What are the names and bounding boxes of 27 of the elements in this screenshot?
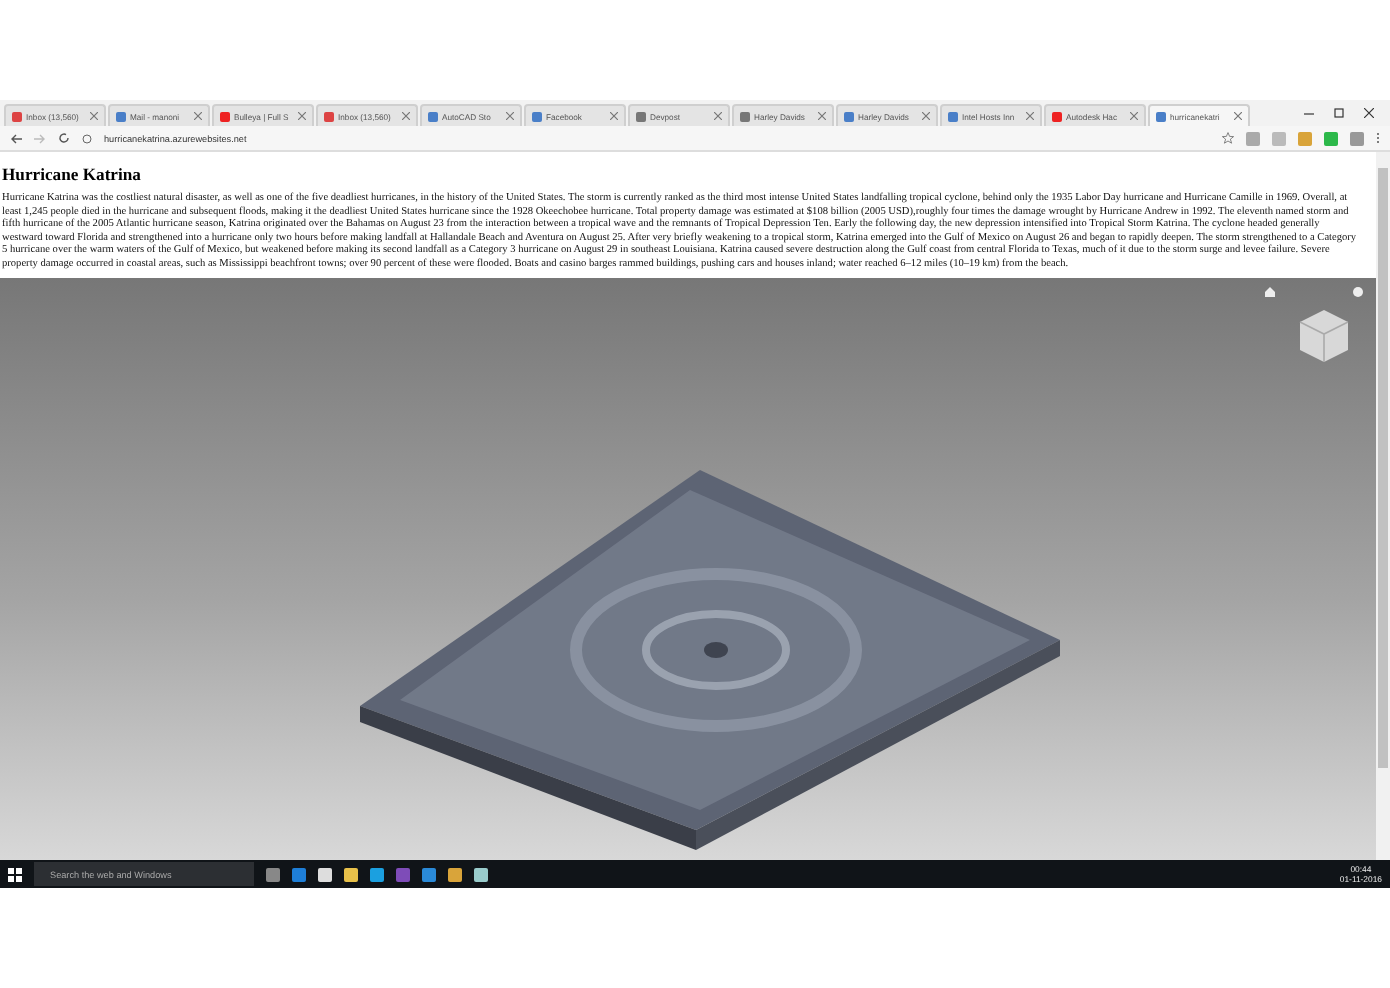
forward-arrow-icon[interactable]	[34, 133, 46, 143]
favicon-icon	[636, 111, 646, 121]
windows-logo-icon[interactable]	[8, 867, 22, 881]
star-icon[interactable]	[1222, 132, 1234, 144]
info-icon	[82, 133, 92, 143]
favicon-icon	[12, 111, 22, 121]
favicon-icon	[1156, 111, 1166, 121]
favicon-icon	[220, 111, 230, 121]
close-icon[interactable]	[1364, 108, 1374, 118]
favicon-icon	[740, 111, 750, 121]
favicon-icon	[1052, 111, 1062, 121]
home-icon[interactable]	[1264, 286, 1276, 298]
favicon-icon	[116, 111, 126, 121]
maximize-icon[interactable]	[1334, 108, 1344, 118]
reload-icon[interactable]	[58, 132, 70, 144]
info-icon[interactable]	[1352, 286, 1364, 298]
back-arrow-icon[interactable]	[10, 133, 22, 143]
app-icon[interactable]	[474, 867, 488, 881]
favicon-icon	[324, 111, 334, 121]
favicon-icon	[532, 111, 542, 121]
scrollbar[interactable]	[1376, 152, 1390, 860]
favicon-icon	[428, 111, 438, 121]
favicon-icon	[844, 111, 854, 121]
page-heading: Hurricane Katrina	[2, 164, 143, 184]
minimize-icon[interactable]	[1304, 108, 1314, 118]
favicon-icon	[948, 111, 958, 121]
view-cube-icon[interactable]	[1296, 306, 1352, 366]
